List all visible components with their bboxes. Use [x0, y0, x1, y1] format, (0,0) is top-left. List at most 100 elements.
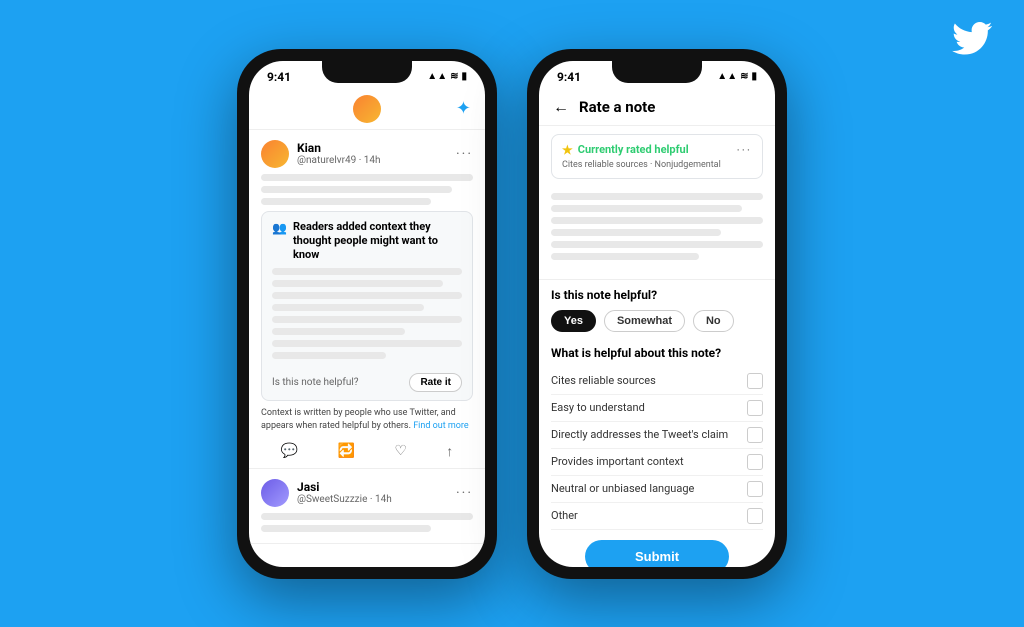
checkbox-addresses-label: Directly addresses the Tweet's claim [551, 428, 728, 441]
feed-topbar: ✦ [249, 89, 485, 130]
context-people-icon: 👥 [272, 221, 287, 235]
context-lines [272, 268, 462, 359]
tweet-2-header: Jasi @SweetSuzzzie · 14h ··· [261, 479, 473, 507]
note-line-6 [551, 253, 699, 260]
tweet-2: Jasi @SweetSuzzzie · 14h ··· [249, 469, 485, 544]
retweet-icon[interactable]: 🔁 [338, 443, 355, 460]
kian-user-info: Kian @naturelvr49 · 14h [297, 141, 448, 166]
checkbox-easy-input[interactable] [747, 400, 763, 416]
rating-somewhat-button[interactable]: Somewhat [604, 310, 685, 332]
phone-2-status-icons: ▲▲ ≋ ▮ [717, 71, 757, 82]
ctx-line-3 [272, 292, 462, 299]
tweet-line-2 [261, 186, 452, 193]
phone-1-status-icons: ▲▲ ≋ ▮ [427, 71, 467, 82]
tweet2-line-1 [261, 513, 473, 520]
helpful-about-title: What is helpful about this note? [551, 346, 763, 360]
checkbox-other-input[interactable] [747, 508, 763, 524]
phone-2-notch [612, 61, 702, 83]
tweet2-line-2 [261, 525, 431, 532]
note-line-1 [551, 193, 763, 200]
tweet-line-3 [261, 198, 431, 205]
rated-tags: Cites reliable sources · Nonjudgemental [562, 160, 752, 170]
ctx-line-8 [272, 352, 386, 359]
ctx-line-4 [272, 304, 424, 311]
rating-no-button[interactable]: No [693, 310, 734, 332]
note-content [539, 187, 775, 271]
jasi-name: Jasi [297, 480, 448, 494]
checkbox-cites-label: Cites reliable sources [551, 374, 656, 387]
jasi-handle: @SweetSuzzzie · 14h [297, 494, 448, 505]
checkbox-context-input[interactable] [747, 454, 763, 470]
back-button[interactable]: ← [553, 97, 569, 117]
checkbox-neutral: Neutral or unbiased language [551, 476, 763, 503]
phone-1-time: 9:41 [267, 70, 291, 84]
ctx-line-1 [272, 268, 462, 275]
phone-1-notch [322, 61, 412, 83]
find-out-more-link[interactable]: Find out more [413, 421, 468, 431]
tweet-1-more[interactable]: ··· [456, 146, 473, 162]
context-footer: Context is written by people who use Twi… [261, 407, 473, 432]
ctx-line-5 [272, 316, 462, 323]
tweet-1: Kian @naturelvr49 · 14h ··· 👥 Readers ad… [249, 130, 485, 469]
rating-yes-button[interactable]: Yes [551, 310, 596, 332]
note-line-2 [551, 205, 742, 212]
rate-note-title: Rate a note [579, 98, 655, 116]
kian-avatar[interactable] [261, 140, 289, 168]
like-icon[interactable]: ♡ [394, 443, 407, 460]
reply-icon[interactable]: 💬 [281, 443, 298, 460]
checkbox-other-label: Other [551, 509, 578, 522]
ctx-line-7 [272, 340, 462, 347]
jasi-avatar[interactable] [261, 479, 289, 507]
jasi-user-info: Jasi @SweetSuzzzie · 14h [297, 480, 448, 505]
wifi-icon: ≋ [450, 71, 458, 82]
sparkle-icon[interactable]: ✦ [456, 98, 471, 119]
kian-handle: @naturelvr49 · 14h [297, 155, 448, 166]
battery-icon: ▮ [461, 71, 467, 82]
rate-it-button[interactable]: Rate it [409, 373, 462, 392]
checkbox-cites: Cites reliable sources [551, 368, 763, 395]
tweet-2-more[interactable]: ··· [456, 485, 473, 501]
checkbox-addresses-input[interactable] [747, 427, 763, 443]
share-icon[interactable]: ↑ [446, 443, 453, 460]
context-note-title: Readers added context they thought peopl… [293, 220, 462, 263]
twitter-logo [952, 22, 992, 59]
tweet-1-header: Kian @naturelvr49 · 14h ··· [261, 140, 473, 168]
note-line-4 [551, 229, 721, 236]
rating-options: Yes Somewhat No [551, 310, 763, 332]
helpful-question: Is this note helpful? [272, 377, 359, 388]
phone-1: 9:41 ▲▲ ≋ ▮ ✦ Kian @naturelvr49 · 14 [237, 49, 497, 579]
ctx-line-6 [272, 328, 405, 335]
signal-icon-2: ▲▲ [717, 71, 737, 82]
checkbox-neutral-label: Neutral or unbiased language [551, 482, 694, 495]
wifi-icon-2: ≋ [740, 71, 748, 82]
phone-2: 9:41 ▲▲ ≋ ▮ ← Rate a note ★ Currently ra… [527, 49, 787, 579]
rated-more-icon[interactable]: ··· [737, 143, 752, 157]
phones-container: 9:41 ▲▲ ≋ ▮ ✦ Kian @naturelvr49 · 14 [237, 49, 787, 579]
rated-header: ★ Currently rated helpful ··· [562, 143, 752, 157]
checkbox-easy: Easy to understand [551, 395, 763, 422]
checkbox-addresses: Directly addresses the Tweet's claim [551, 422, 763, 449]
rate-section: Is this note helpful? Yes Somewhat No Wh… [539, 288, 775, 530]
battery-icon-2: ▮ [751, 71, 757, 82]
kian-name: Kian [297, 141, 448, 155]
checkbox-context: Provides important context [551, 449, 763, 476]
rated-helpful-label: ★ Currently rated helpful [562, 143, 689, 157]
checkbox-cites-input[interactable] [747, 373, 763, 389]
tweet-1-actions: 💬 🔁 ♡ ↑ [261, 437, 473, 462]
checkbox-context-label: Provides important context [551, 455, 684, 468]
helpful-bar: Is this note helpful? Rate it [272, 367, 462, 392]
divider-1 [539, 279, 775, 280]
user-avatar-topbar [353, 95, 381, 123]
phone-1-screen: 9:41 ▲▲ ≋ ▮ ✦ Kian @naturelvr49 · 14 [249, 61, 485, 567]
note-line-3 [551, 217, 763, 224]
rated-helpful-text: Currently rated helpful [578, 143, 689, 156]
context-note-header: 👥 Readers added context they thought peo… [272, 220, 462, 263]
context-note: 👥 Readers added context they thought peo… [261, 211, 473, 402]
helpful-question-label: Is this note helpful? [551, 288, 763, 302]
checkbox-easy-label: Easy to understand [551, 401, 645, 414]
checkbox-neutral-input[interactable] [747, 481, 763, 497]
star-icon: ★ [562, 143, 573, 157]
submit-button[interactable]: Submit [585, 540, 729, 567]
tweet-line-1 [261, 174, 473, 181]
ctx-line-2 [272, 280, 443, 287]
